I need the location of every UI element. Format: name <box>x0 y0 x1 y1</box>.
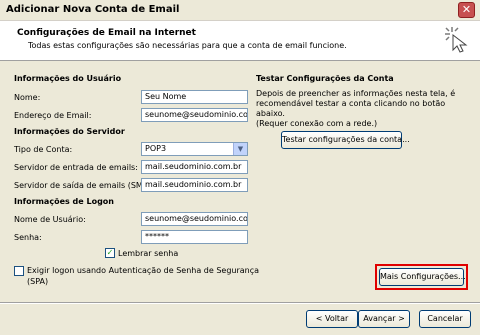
server-info-heading: Informações do Servidor <box>14 127 125 136</box>
incoming-server-field[interactable]: mail.seudominio.com.br <box>141 160 248 174</box>
spa-label: Exigir logon usando Autenticação de Senh… <box>27 266 260 275</box>
spa-checkbox[interactable] <box>14 266 24 276</box>
outgoing-server-field[interactable]: mail.seudominio.com.br <box>141 178 248 192</box>
email-field[interactable]: seunome@seudominio.com.br <box>141 108 248 122</box>
back-button[interactable]: < Voltar <box>306 310 358 328</box>
test-settings-description: Depois de preencher as informações nesta… <box>256 89 476 129</box>
test-settings-heading: Testar Configurações da Conta <box>256 74 394 83</box>
test-desc-line-1: Depois de preencher as informações nesta… <box>256 89 456 98</box>
footer-divider-light <box>0 303 480 304</box>
password-label: Senha: <box>14 233 42 242</box>
logon-info-heading: Informações de Logon <box>14 197 114 206</box>
incoming-server-label: Servidor de entrada de emails: <box>14 163 138 172</box>
username-label: Nome de Usuário: <box>14 215 86 224</box>
cancel-button[interactable]: Cancelar <box>419 310 471 328</box>
window-title: Adicionar Nova Conta de Email <box>6 4 180 15</box>
test-desc-line-2: recomendável testar a conta clicando no … <box>256 99 446 118</box>
page-subtitle: Todas estas configurações são necessária… <box>28 41 347 50</box>
close-icon: ✕ <box>461 3 472 16</box>
checkmark-icon: ✓ <box>106 248 114 257</box>
next-button[interactable]: Avançar > <box>358 310 410 328</box>
account-type-select[interactable]: POP3 ▼ <box>141 142 248 156</box>
remember-password-checkbox[interactable]: ✓ <box>105 248 115 258</box>
highlight-box <box>375 264 468 290</box>
outgoing-server-label: Servidor de saída de emails (SMTP): <box>14 181 159 190</box>
spa-label-continued: (SPA) <box>27 277 49 286</box>
test-account-button[interactable]: Testar configurações da conta... <box>281 131 410 149</box>
name-label: Nome: <box>14 93 41 102</box>
account-type-value: POP3 <box>145 144 167 153</box>
page-title: Configurações de Email na Internet <box>17 28 196 38</box>
name-field[interactable]: Seu Nome <box>141 90 248 104</box>
account-type-label: Tipo de Conta: <box>14 145 73 154</box>
password-field[interactable]: ****** <box>141 230 248 244</box>
email-label: Endereço de Email: <box>14 111 92 120</box>
test-desc-line-3: (Requer conexão com a rede.) <box>256 119 378 128</box>
chevron-down-icon[interactable]: ▼ <box>233 143 247 155</box>
user-info-heading: Informações do Usuário <box>14 74 122 83</box>
wizard-cursor-icon <box>445 27 468 53</box>
remember-password-label: Lembrar senha <box>118 249 179 258</box>
close-button[interactable]: ✕ <box>458 2 475 18</box>
username-field[interactable]: seunome@seudominio.com.br <box>141 212 248 226</box>
